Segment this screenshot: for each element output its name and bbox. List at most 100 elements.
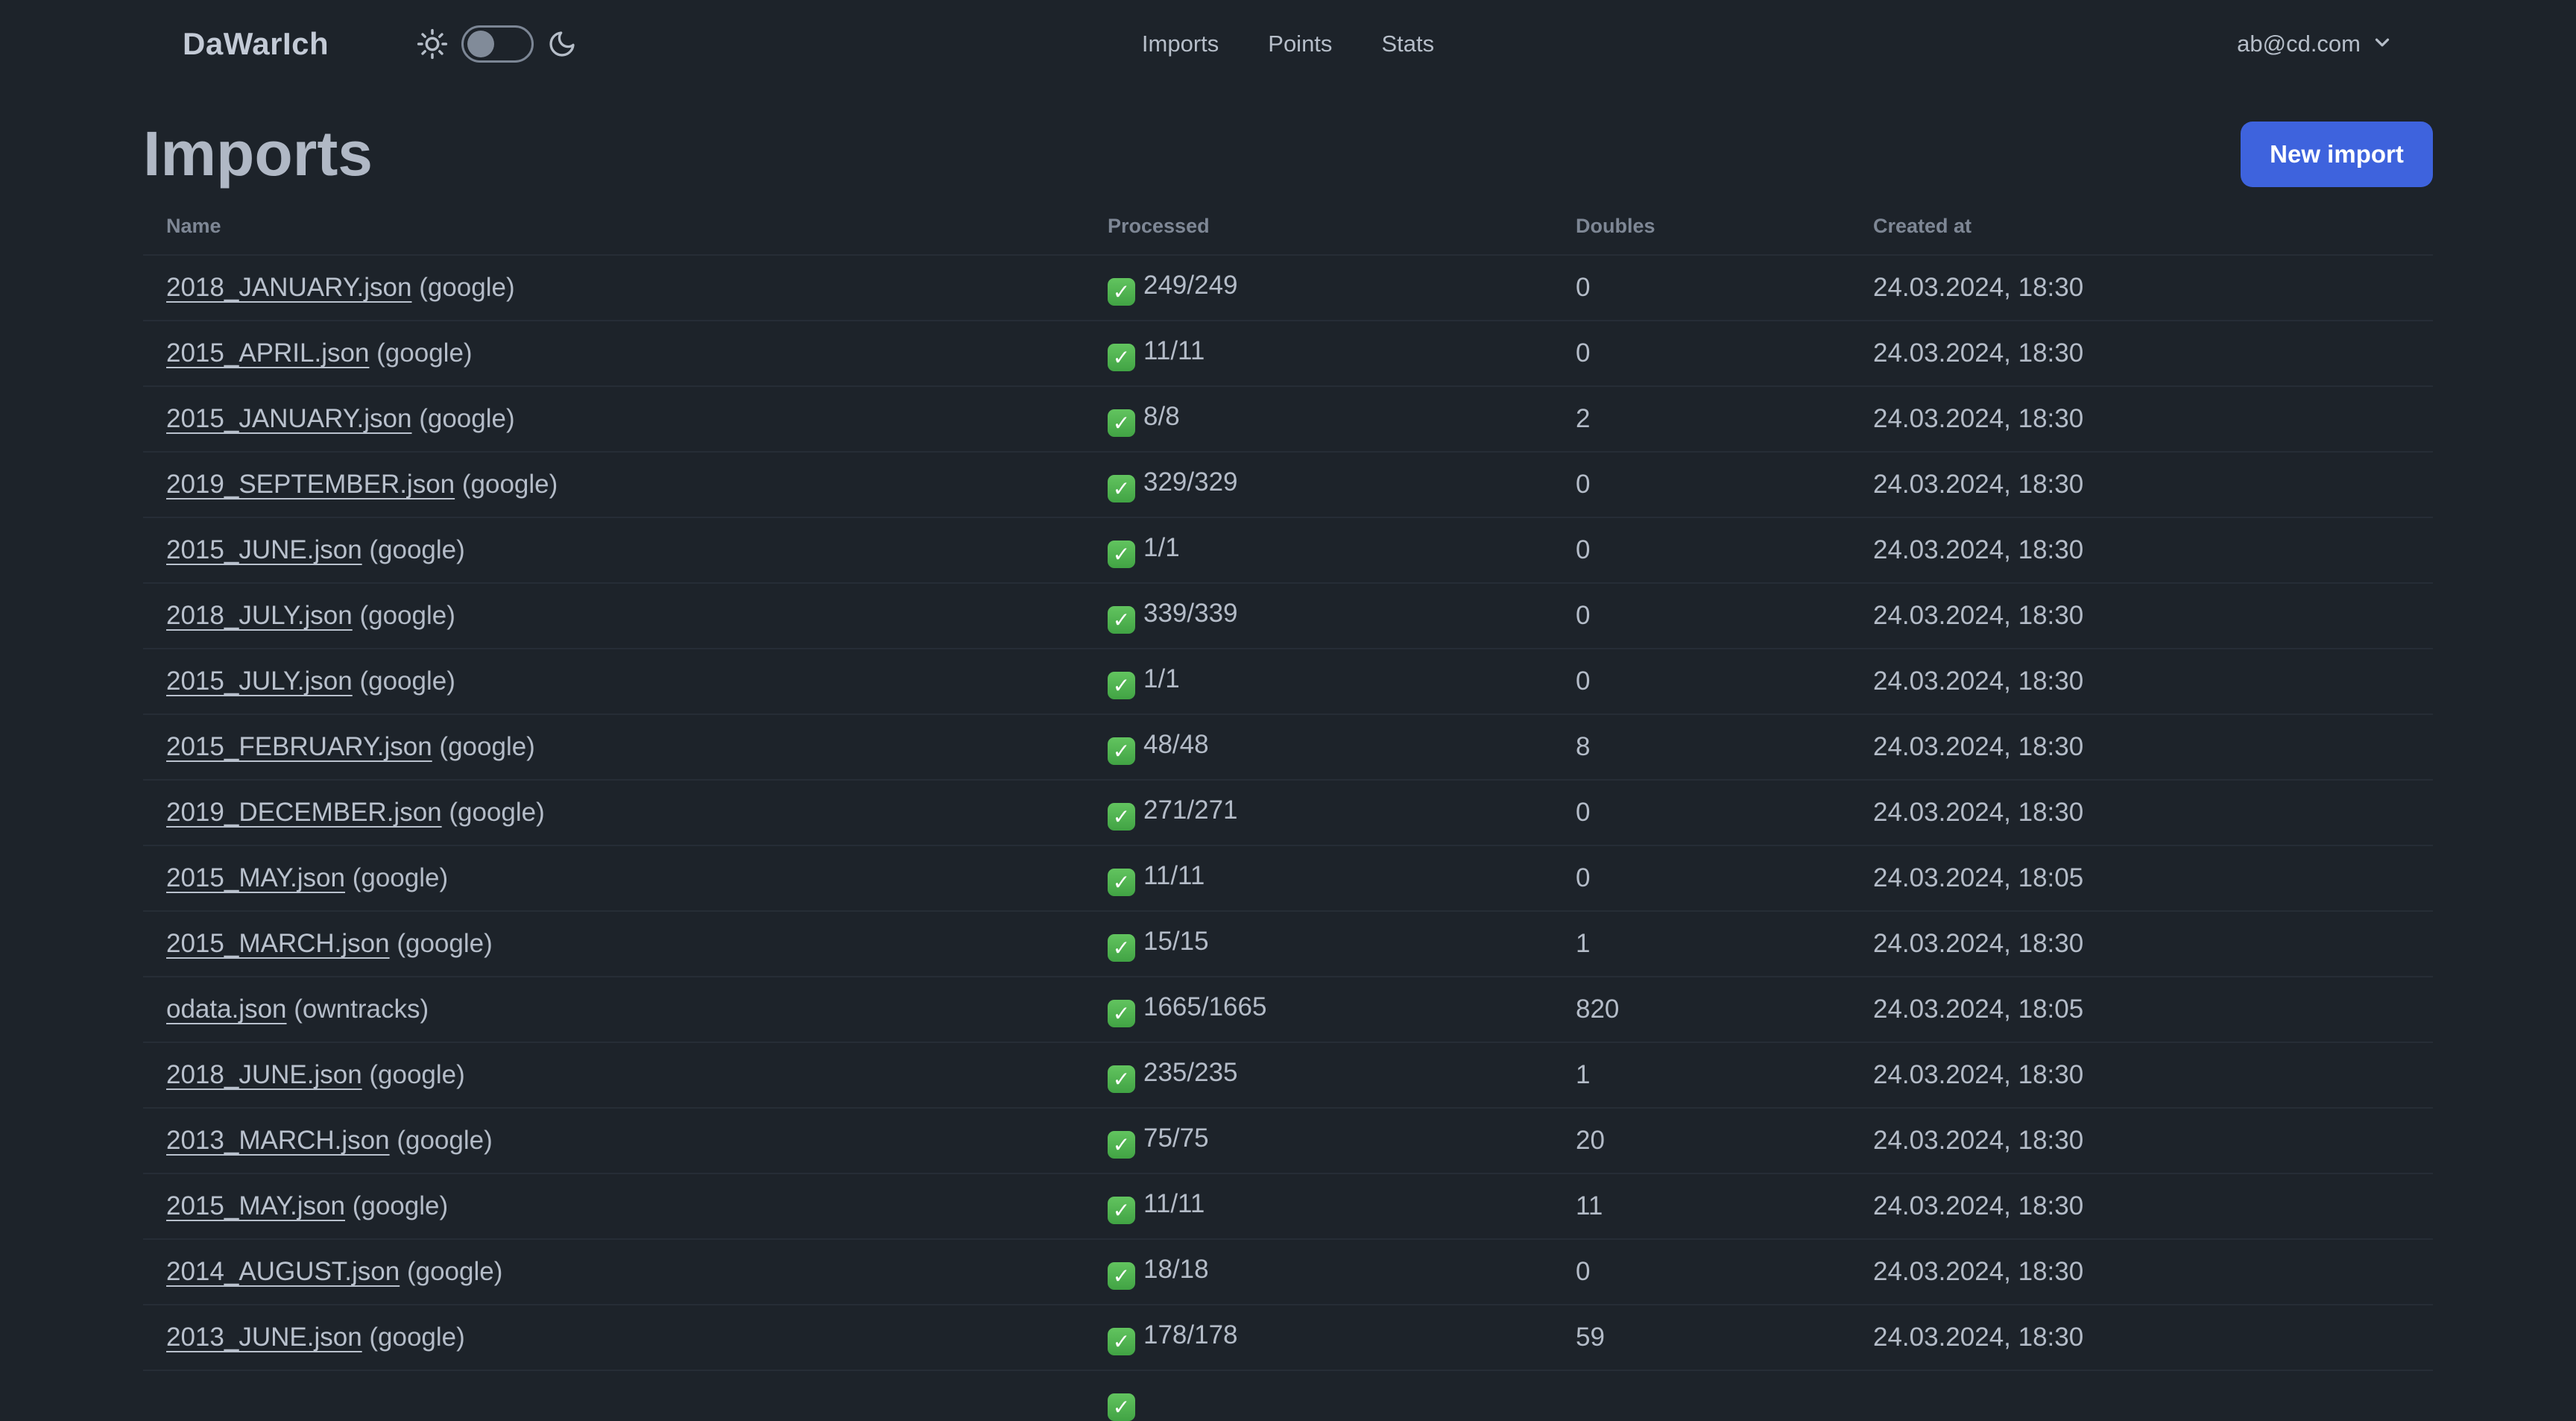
nav-item-imports[interactable]: Imports: [1142, 31, 1219, 57]
success-check-icon: ✓: [1108, 343, 1135, 371]
processed-cell: ✓ 249/249: [1108, 254, 1576, 320]
import-source: (google): [455, 470, 558, 499]
table-row: 2018_JANUARY.json (google) ✓ 249/249 0 24.03…: [143, 254, 2433, 320]
import-source: (google): [345, 1191, 449, 1220]
name-cell: 2015_MAY.json (google): [143, 1173, 1108, 1238]
import-source: (google): [362, 535, 465, 564]
success-check-icon: ✓: [1108, 671, 1135, 699]
created-at-cell: 24.03.2024, 18:30: [1873, 1107, 2433, 1173]
column-header-created-at: Created at: [1873, 214, 1972, 237]
page-title: Imports: [143, 119, 373, 189]
success-check-icon: ✓: [1108, 1327, 1135, 1355]
processed-cell: ✓ 8/8: [1108, 385, 1576, 451]
import-file-link[interactable]: 2018_JUNE.json: [166, 1060, 362, 1089]
account-menu[interactable]: ab@cd.com: [2237, 31, 2393, 57]
name-cell: 2013_JUNE.json (google): [143, 1304, 1108, 1370]
created-at-cell: 24.03.2024, 18:30: [1873, 385, 2433, 451]
import-source: (google): [362, 1323, 465, 1352]
processed-cell: ✓ 15/15: [1108, 910, 1576, 976]
import-source: (google): [369, 338, 473, 368]
import-file-link[interactable]: 2018_JULY.json: [166, 601, 353, 630]
success-check-icon: ✓: [1108, 1130, 1135, 1159]
table-row: 2013_MARCH.json (google) ✓ 75/75 20 24.03.20…: [143, 1107, 2433, 1173]
import-source: (google): [432, 732, 535, 761]
success-check-icon: ✓: [1108, 1196, 1135, 1224]
doubles-cell: 0: [1576, 517, 1873, 582]
success-check-icon: ✓: [1108, 802, 1135, 831]
nav-item-stats[interactable]: Stats: [1381, 31, 1434, 57]
table-row-partial: ✓: [143, 1370, 2433, 1421]
table-row: 2015_JUNE.json (google) ✓ 1/1 0 24.03.2024, …: [143, 517, 2433, 582]
created-at-cell: 24.03.2024, 18:30: [1873, 1042, 2433, 1107]
import-file-link[interactable]: 2015_JANUARY.json: [166, 404, 411, 433]
doubles-cell: 2: [1576, 385, 1873, 451]
processed-cell: ✓ 75/75: [1108, 1107, 1576, 1173]
import-file-link[interactable]: 2015_JUNE.json: [166, 535, 362, 564]
success-check-icon: ✓: [1108, 540, 1135, 568]
success-check-icon: ✓: [1108, 868, 1135, 896]
table-row: 2013_JUNE.json (google) ✓ 178/178 59 24.03.2…: [143, 1304, 2433, 1370]
processed-cell: ✓ 11/11: [1108, 320, 1576, 385]
name-cell: 2014_AUGUST.json (google): [143, 1238, 1108, 1304]
import-file-link[interactable]: 2013_MARCH.json: [166, 1126, 390, 1155]
name-cell: [143, 1370, 1108, 1421]
table-row: 2014_AUGUST.json (google) ✓ 18/18 0 24.03.20…: [143, 1238, 2433, 1304]
import-file-link[interactable]: 2015_FEBRUARY.json: [166, 732, 432, 761]
doubles-cell: 820: [1576, 976, 1873, 1042]
import-file-link[interactable]: 2015_MARCH.json: [166, 929, 390, 958]
doubles-cell: 1: [1576, 910, 1873, 976]
processed-cell: ✓ 329/329: [1108, 451, 1576, 517]
name-cell: 2019_SEPTEMBER.json (google): [143, 451, 1108, 517]
import-file-link[interactable]: odata.json: [166, 995, 287, 1024]
name-cell: 2019_DECEMBER.json (google): [143, 779, 1108, 845]
doubles-cell: 8: [1576, 713, 1873, 779]
import-file-link[interactable]: 2014_AUGUST.json: [166, 1257, 400, 1286]
import-file-link[interactable]: 2019_SEPTEMBER.json: [166, 470, 455, 499]
success-check-icon: ✓: [1108, 737, 1135, 765]
sun-icon: [417, 28, 448, 60]
new-import-button[interactable]: New import: [2241, 121, 2433, 187]
table-row: 2015_APRIL.json (google) ✓ 11/11 0 24.03.202…: [143, 320, 2433, 385]
created-at-cell: [1873, 1370, 2433, 1421]
created-at-cell: 24.03.2024, 18:30: [1873, 713, 2433, 779]
import-file-link[interactable]: 2015_MAY.json: [166, 863, 345, 892]
import-file-link[interactable]: 2018_JANUARY.json: [166, 273, 411, 302]
processed-cell: ✓ 48/48: [1108, 713, 1576, 779]
nav-item-points[interactable]: Points: [1268, 31, 1332, 57]
main-content: Imports New import Name Processed Double…: [143, 118, 2433, 1421]
processed-cell: ✓ 271/271: [1108, 779, 1576, 845]
doubles-cell: 0: [1576, 254, 1873, 320]
import-source: (owntracks): [286, 995, 429, 1024]
doubles-cell: 0: [1576, 779, 1873, 845]
import-file-link[interactable]: 2015_MAY.json: [166, 1191, 345, 1220]
success-check-icon: ✓: [1108, 1065, 1135, 1093]
column-header-doubles: Doubles: [1576, 214, 1655, 237]
import-file-link[interactable]: 2013_JUNE.json: [166, 1323, 362, 1352]
name-cell: 2018_JANUARY.json (google): [143, 254, 1108, 320]
table-row: 2019_SEPTEMBER.json (google) ✓ 329/329 0 24.…: [143, 451, 2433, 517]
imports-table-body: 2018_JANUARY.json (google) ✓ 249/249 0 24.03…: [143, 254, 2433, 1421]
processed-cell: ✓ 1/1: [1108, 517, 1576, 582]
success-check-icon: ✓: [1108, 999, 1135, 1027]
created-at-cell: 24.03.2024, 18:30: [1873, 648, 2433, 713]
table-row: 2015_MAY.json (google) ✓ 11/11 11 24.03.2024…: [143, 1173, 2433, 1238]
name-cell: 2015_MARCH.json (google): [143, 910, 1108, 976]
import-source: (google): [345, 863, 449, 892]
theme-toggle-switch[interactable]: [461, 25, 534, 63]
created-at-cell: 24.03.2024, 18:30: [1873, 254, 2433, 320]
import-source: (google): [352, 667, 455, 696]
import-file-link[interactable]: 2015_JULY.json: [166, 667, 353, 696]
import-file-link[interactable]: 2019_DECEMBER.json: [166, 798, 442, 827]
created-at-cell: 24.03.2024, 18:05: [1873, 845, 2433, 910]
brand-logo[interactable]: DaWarIch: [183, 26, 329, 62]
processed-cell: ✓: [1108, 1370, 1576, 1421]
column-header-name: Name: [166, 214, 221, 237]
page-header: Imports New import: [143, 118, 2433, 190]
created-at-cell: 24.03.2024, 18:30: [1873, 910, 2433, 976]
doubles-cell: 0: [1576, 648, 1873, 713]
import-file-link[interactable]: 2015_APRIL.json: [166, 338, 369, 368]
created-at-cell: 24.03.2024, 18:30: [1873, 517, 2433, 582]
import-source: (google): [389, 1126, 493, 1155]
created-at-cell: 24.03.2024, 18:30: [1873, 451, 2433, 517]
table-row: 2015_MAY.json (google) ✓ 11/11 0 24.03.2024,…: [143, 845, 2433, 910]
